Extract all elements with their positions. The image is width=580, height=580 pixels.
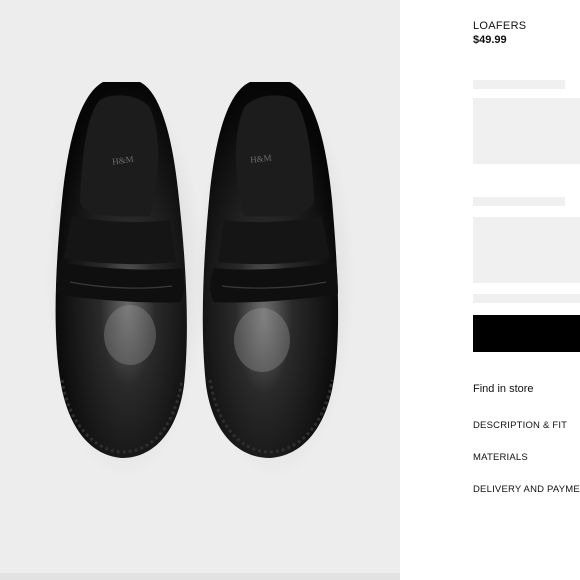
size-guide-placeholder	[473, 294, 580, 303]
color-swatch-placeholder[interactable]	[473, 98, 580, 164]
size-label-placeholder	[473, 197, 565, 206]
product-info-panel: LOAFERS $49.99 Find in store DESCRIPTION…	[473, 0, 580, 580]
accordion-materials[interactable]: MATERIALS	[473, 452, 528, 463]
product-price: $49.99	[473, 34, 507, 46]
color-label-placeholder	[473, 80, 565, 89]
product-image[interactable]: H&M H&M	[0, 0, 400, 573]
right-shoe: H&M	[202, 82, 339, 458]
size-selector-placeholder[interactable]	[473, 217, 580, 283]
left-shoe: H&M	[55, 82, 187, 458]
product-image-panel: H&M H&M	[0, 0, 400, 573]
accordion-description-fit[interactable]: DESCRIPTION & FIT	[473, 420, 567, 431]
product-name: LOAFERS	[473, 20, 527, 32]
accordion-delivery-payment[interactable]: DELIVERY AND PAYMENT	[473, 484, 580, 495]
find-in-store-link[interactable]: Find in store	[473, 383, 534, 395]
image-bottom-strip	[0, 573, 400, 580]
add-to-bag-button[interactable]	[473, 315, 580, 352]
